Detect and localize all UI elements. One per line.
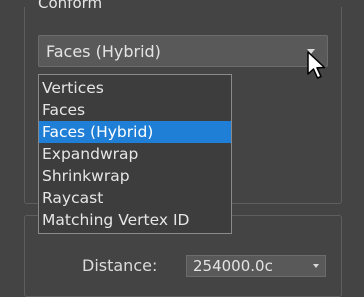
distance-spinner[interactable]: 254000.0c — [186, 255, 326, 277]
conform-mode-dropdown[interactable]: Faces (Hybrid) — [38, 35, 328, 67]
dropdown-item-matching-vertex-id[interactable]: Matching Vertex ID — [39, 209, 231, 231]
dropdown-item-faces-hybrid[interactable]: Faces (Hybrid) — [39, 121, 231, 143]
dropdown-item-shrinkwrap[interactable]: Shrinkwrap — [39, 165, 231, 187]
group-title: Conform — [38, 0, 103, 12]
dropdown-list: Vertices Faces Faces (Hybrid) Expandwrap… — [38, 74, 232, 234]
dropdown-item-vertices[interactable]: Vertices — [39, 77, 231, 99]
dropdown-item-raycast[interactable]: Raycast — [39, 187, 231, 209]
dropdown-item-faces[interactable]: Faces — [39, 99, 231, 121]
distance-label: Distance: — [82, 256, 158, 275]
dropdown-selected-value: Faces (Hybrid) — [46, 42, 161, 61]
mouse-pointer-icon — [307, 51, 331, 87]
distance-value: 254000.0c — [193, 257, 273, 275]
chevron-down-icon[interactable] — [313, 264, 319, 268]
dropdown-item-expandwrap[interactable]: Expandwrap — [39, 143, 231, 165]
